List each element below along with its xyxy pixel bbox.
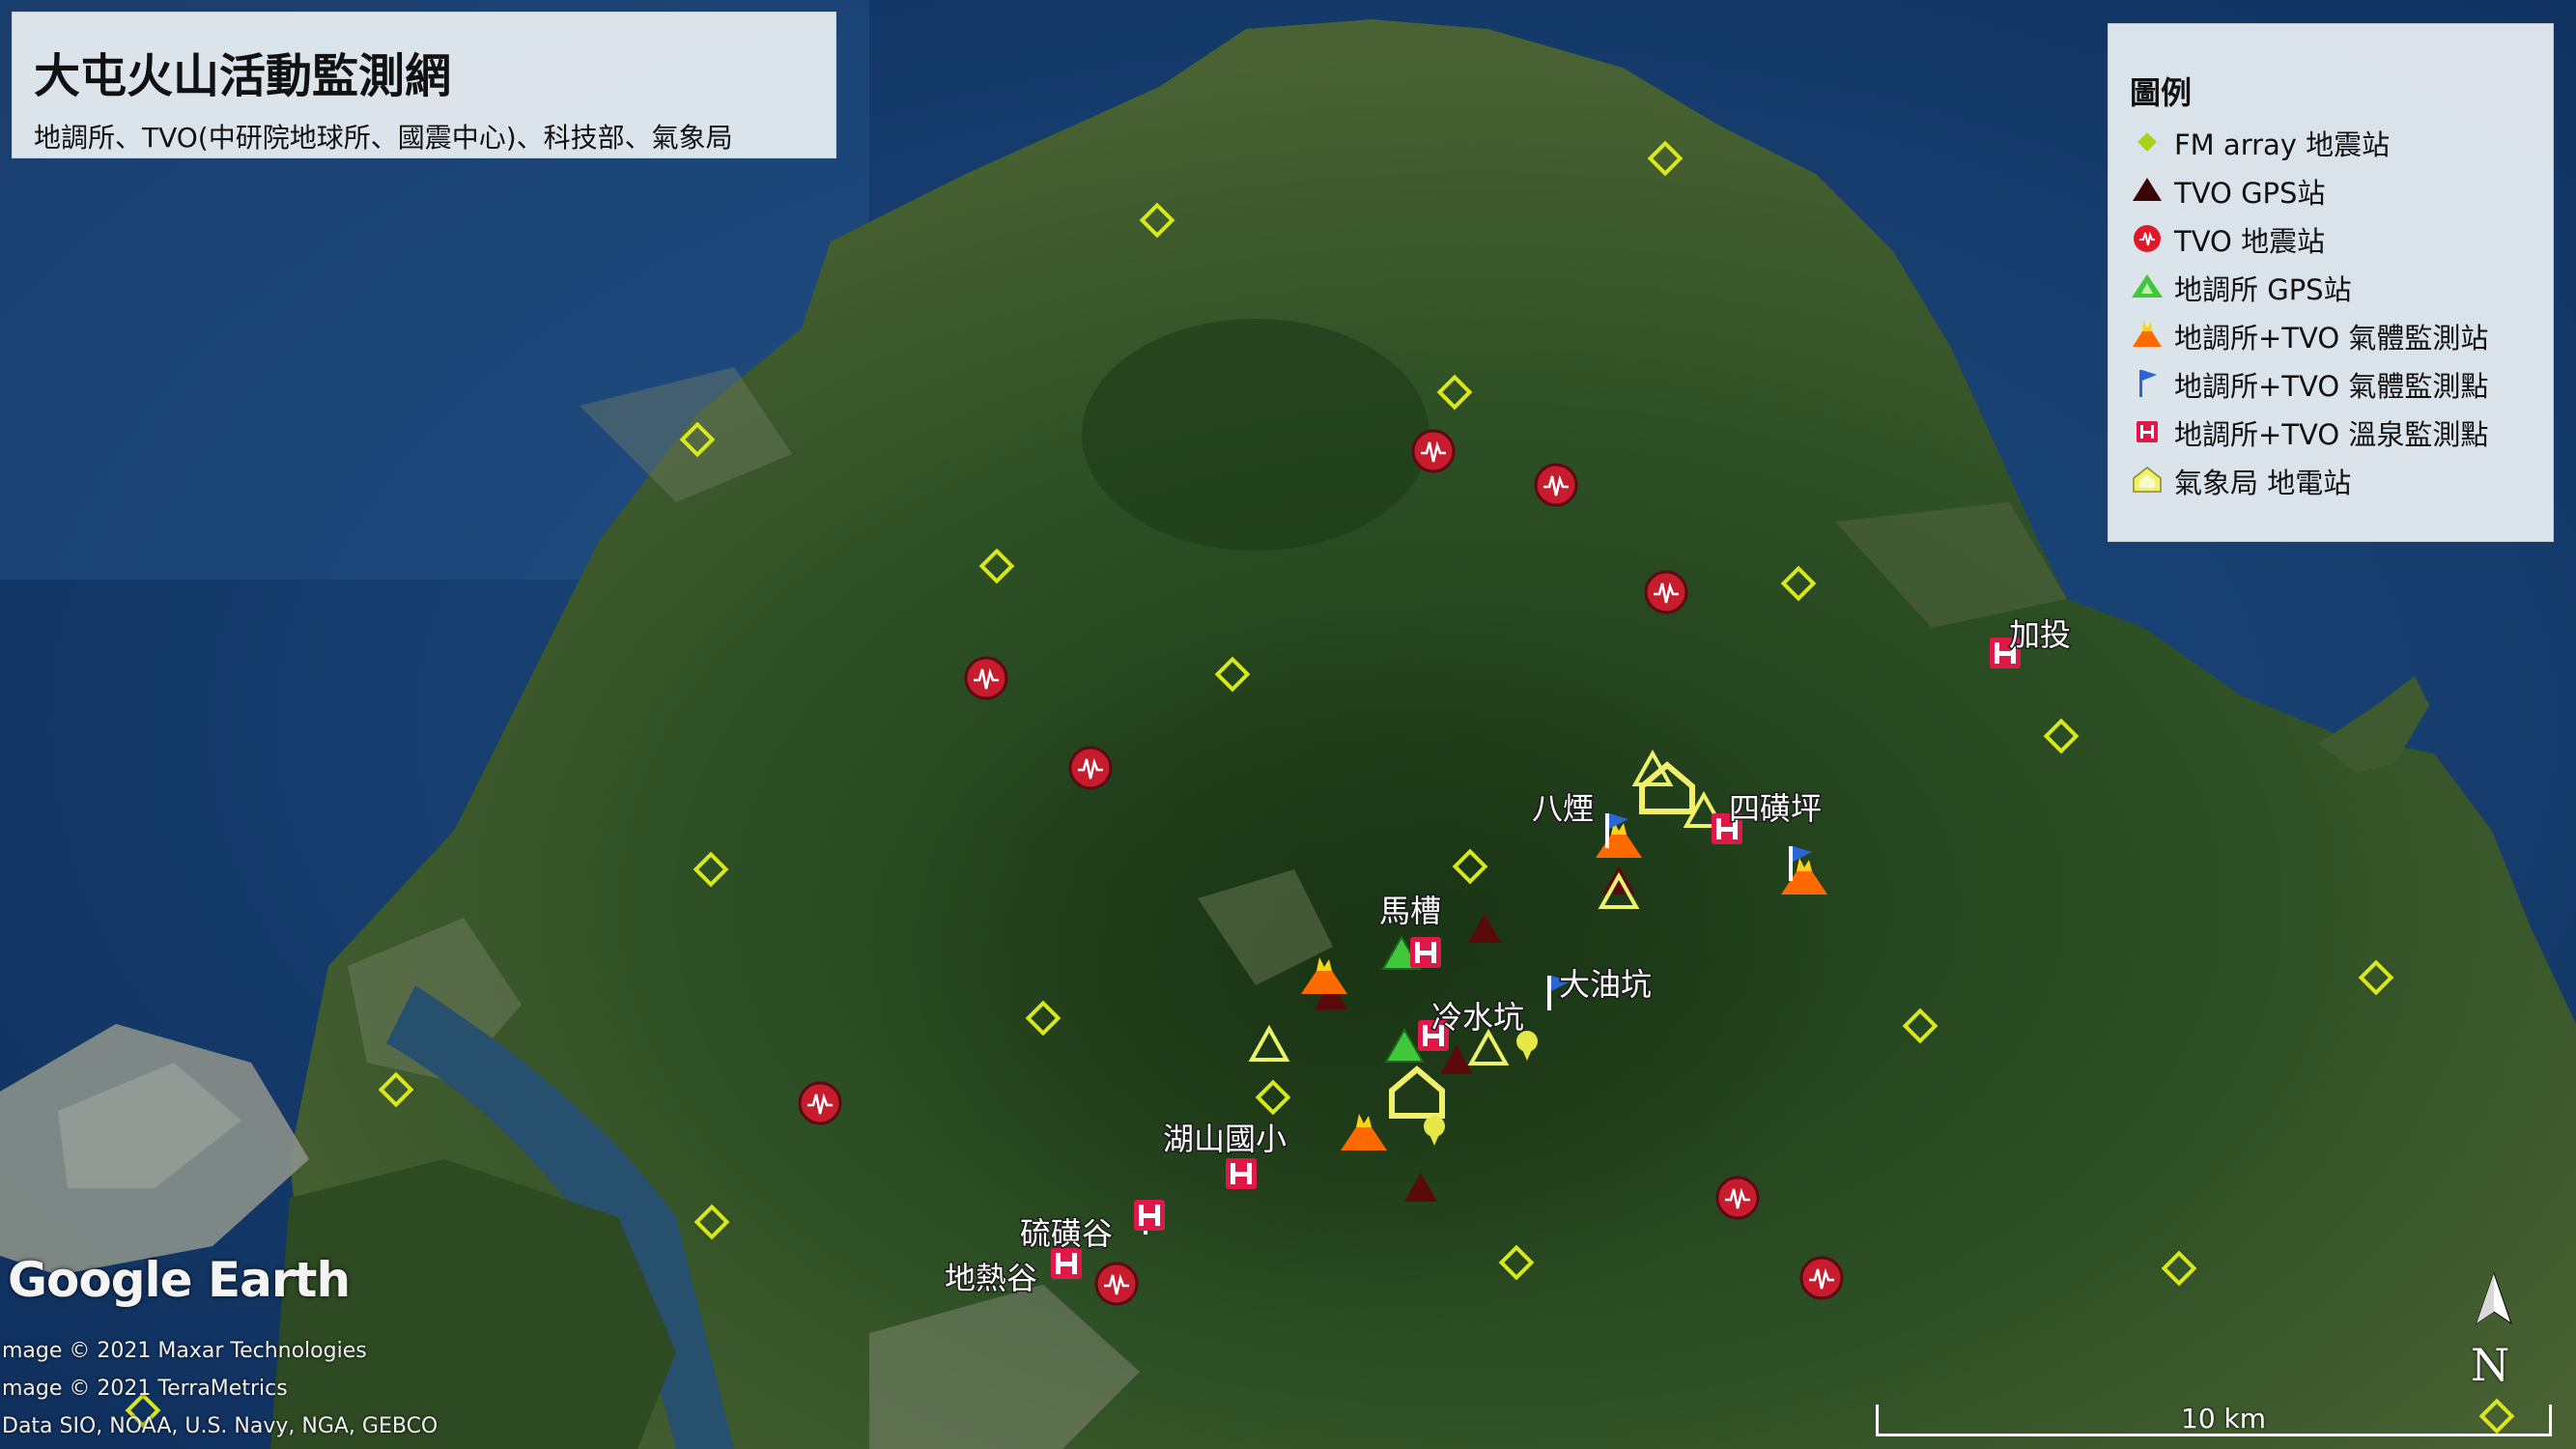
legend-item-hot-spring: 地調所+TVO 溫泉監測點 bbox=[2130, 411, 2545, 453]
fm-array-station[interactable] bbox=[694, 1205, 729, 1239]
tvo-seismic-station[interactable] bbox=[1715, 1176, 1760, 1220]
gas-monitoring-station[interactable] bbox=[1341, 1114, 1387, 1151]
fm-array-station[interactable] bbox=[694, 852, 728, 887]
place-label-macao: 馬槽 bbox=[1379, 893, 1441, 929]
tvo-seismic-icon bbox=[2134, 225, 2161, 252]
legend-item-cgs-gps: 地調所 GPS站 bbox=[2130, 266, 2545, 308]
tvo-gps-triangle-icon bbox=[2133, 178, 2162, 201]
fm-array-station[interactable] bbox=[2359, 960, 2393, 995]
place-label-sihuangping: 四磺坪 bbox=[1729, 790, 1822, 827]
legend-item-gas-point: 地調所+TVO 氣體監測點 bbox=[2130, 362, 2545, 405]
gas-station-volcano-icon bbox=[2133, 321, 2162, 347]
tvo-gps-station[interactable] bbox=[1404, 1173, 1437, 1202]
legend-item-fm-array: FM array 地震站 bbox=[2130, 121, 2545, 163]
north-arrow: N bbox=[2463, 1271, 2531, 1391]
tvo-seismic-station[interactable] bbox=[1411, 429, 1456, 473]
legend-item-tvo-gps: TVO GPS站 bbox=[2130, 169, 2545, 212]
google-earth-logo: Google Earth bbox=[8, 1252, 351, 1308]
fm-array-station[interactable] bbox=[1437, 375, 1472, 410]
fm-array-station[interactable] bbox=[1903, 1009, 1938, 1043]
legend-item-geoelectric: 氣象局 地電站 bbox=[2130, 459, 2545, 501]
fm-array-station[interactable] bbox=[2162, 1251, 2196, 1286]
fm-array-diamond-icon bbox=[2137, 132, 2157, 152]
cwb-geoelectric-house-icon bbox=[2133, 467, 2162, 493]
place-label-bayan: 八煙 bbox=[1532, 790, 1594, 827]
map-view[interactable]: 加投 八煙 四磺坪 馬槽 大油坑 冷水坑 湖山國小 硫磺谷 地熱谷 大屯火山活動… bbox=[0, 0, 2576, 1449]
tvo-gps-station[interactable] bbox=[1468, 914, 1501, 943]
fm-array-station[interactable] bbox=[1026, 1001, 1061, 1036]
hot-spring-point[interactable] bbox=[1410, 937, 1441, 968]
place-label-dayoukeng: 大油坑 bbox=[1559, 966, 1652, 1003]
tvo-seismic-station[interactable] bbox=[1534, 463, 1578, 507]
place-label-liuhuanggu: 硫磺谷 bbox=[1020, 1215, 1113, 1252]
hot-spring-h-icon bbox=[2137, 421, 2158, 442]
tvo-seismic-station[interactable] bbox=[1068, 746, 1113, 790]
tvo-seismic-station[interactable] bbox=[798, 1081, 842, 1125]
hot-spring-point[interactable] bbox=[1051, 1248, 1082, 1279]
gas-monitoring-station[interactable] bbox=[1301, 957, 1347, 994]
place-label-hushan-school: 湖山國小 bbox=[1163, 1121, 1287, 1157]
fm-array-station[interactable] bbox=[1781, 566, 1816, 601]
fm-array-station[interactable] bbox=[2044, 719, 2079, 753]
fm-array-station[interactable] bbox=[379, 1072, 413, 1107]
scale-label: 10 km bbox=[2181, 1403, 2267, 1435]
cgs-gps-triangle-icon bbox=[2132, 274, 2163, 298]
hot-spring-point[interactable] bbox=[1134, 1200, 1165, 1231]
legend-item-tvo-seismic: TVO 地震站 bbox=[2130, 217, 2545, 260]
legend-item-gas-station: 地調所+TVO 氣體監測站 bbox=[2130, 314, 2545, 356]
place-label-jiatou: 加投 bbox=[2009, 616, 2071, 653]
map-title: 大屯火山活動監測網 bbox=[34, 49, 452, 103]
cgs-gps-station[interactable] bbox=[1385, 1029, 1424, 1063]
scale-bar: 10 km bbox=[1876, 1391, 2563, 1441]
fm-array-station[interactable] bbox=[1453, 849, 1487, 884]
place-label-lengshuikeng: 冷水坑 bbox=[1431, 999, 1524, 1036]
location-pin[interactable] bbox=[1424, 1116, 1445, 1146]
geoelectric-station[interactable] bbox=[1392, 1069, 1442, 1116]
cgs-gps-station[interactable] bbox=[1250, 1027, 1288, 1062]
tvo-seismic-station[interactable] bbox=[1799, 1256, 1844, 1300]
fm-array-station[interactable] bbox=[1140, 203, 1175, 238]
fm-array-station[interactable] bbox=[1648, 141, 1683, 176]
imagery-credit: mage © 2021 TerraMetrics bbox=[2, 1377, 288, 1401]
gas-point-flag-icon bbox=[2139, 370, 2157, 397]
fm-array-station[interactable] bbox=[1256, 1080, 1290, 1115]
title-panel: 大屯火山活動監測網 地調所、TVO(中研院地球所、國震中心)、科技部、氣象局 bbox=[12, 12, 836, 158]
map-subtitle: 地調所、TVO(中研院地球所、國震中心)、科技部、氣象局 bbox=[34, 122, 733, 154]
tvo-seismic-station[interactable] bbox=[1094, 1262, 1139, 1306]
tvo-seismic-station[interactable] bbox=[964, 656, 1008, 700]
fm-array-station[interactable] bbox=[979, 549, 1014, 583]
tvo-seismic-station[interactable] bbox=[1644, 570, 1688, 614]
north-arrow-icon bbox=[2476, 1271, 2512, 1325]
cgs-gps-station[interactable] bbox=[1469, 1031, 1508, 1065]
fm-array-station[interactable] bbox=[1499, 1245, 1534, 1280]
legend-panel: 圖例 FM array 地震站 TVO GPS站 TVO 地震站 地調所 GPS… bbox=[2108, 23, 2554, 542]
imagery-credit: mage © 2021 Maxar Technologies bbox=[2, 1339, 367, 1363]
gas-monitoring-station[interactable] bbox=[1596, 821, 1642, 858]
hot-spring-point[interactable] bbox=[1226, 1158, 1257, 1189]
place-label-dirigu: 地熱谷 bbox=[945, 1260, 1037, 1296]
imagery-credit: Data SIO, NOAA, U.S. Navy, NGA, GEBCO bbox=[2, 1414, 439, 1438]
fm-array-station[interactable] bbox=[1215, 657, 1250, 692]
fm-array-station[interactable] bbox=[680, 422, 715, 457]
north-label: N bbox=[2471, 1339, 2510, 1391]
geoelectric-station[interactable] bbox=[1642, 765, 1692, 811]
legend-title: 圖例 bbox=[2130, 74, 2193, 111]
gas-monitoring-station[interactable] bbox=[1781, 858, 1827, 895]
